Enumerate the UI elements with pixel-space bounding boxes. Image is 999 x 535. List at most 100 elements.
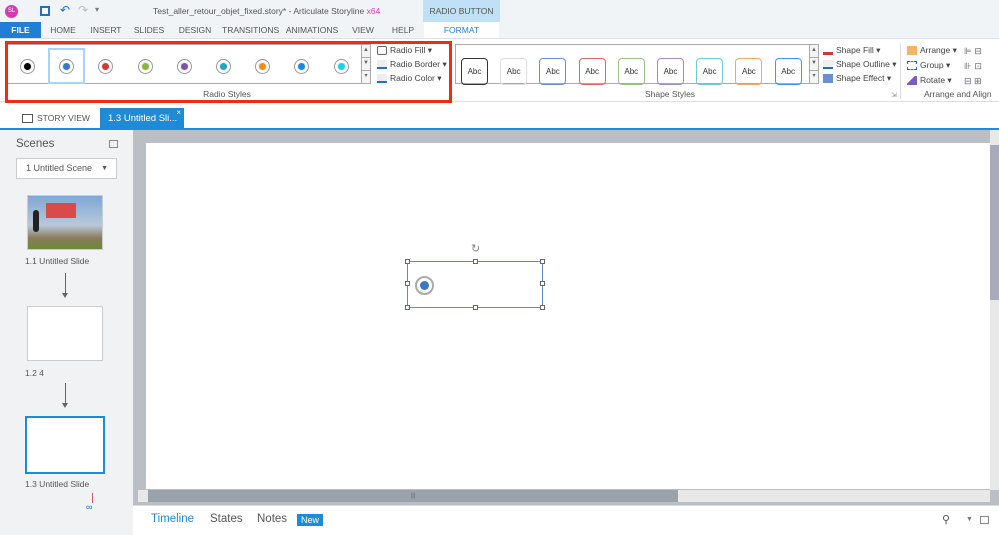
- ribbon-tabs: FILE HOME INSERT SLIDES DESIGN TRANSITIO…: [0, 22, 999, 39]
- tab-format[interactable]: FORMAT: [424, 22, 499, 39]
- slide-canvas: ↻ |||: [133, 130, 999, 505]
- vertical-scrollbar[interactable]: [990, 130, 999, 490]
- shape-style-option[interactable]: Abc: [696, 58, 724, 85]
- tab-insert[interactable]: INSERT: [88, 22, 124, 39]
- tab-view[interactable]: VIEW: [350, 22, 376, 39]
- story-view-label: STORY VIEW: [37, 113, 90, 123]
- tab-timeline[interactable]: Timeline: [151, 513, 194, 525]
- shape-style-option[interactable]: Abc: [578, 58, 606, 85]
- scene-dropdown[interactable]: 1 Untitled Scene ▼: [16, 158, 117, 179]
- tab-notes[interactable]: Notes: [257, 513, 287, 525]
- rotate-handle-icon[interactable]: ↻: [471, 242, 480, 255]
- shape-style-option[interactable]: Abc: [500, 58, 528, 85]
- tab-design[interactable]: DESIGN: [176, 22, 214, 39]
- app-name: Articulate Storyline: [293, 6, 365, 16]
- shape-outline-label: Shape Outline: [836, 59, 890, 69]
- rotate-label: Rotate: [920, 75, 946, 85]
- group-icon: [907, 61, 917, 71]
- tab-slides[interactable]: SLIDES: [131, 22, 167, 39]
- horizontal-scrollbar[interactable]: |||: [138, 490, 990, 502]
- arrange-button[interactable]: Arrange ▾: [907, 44, 957, 57]
- document-tabs: STORY VIEW 1.3 Untitled Sli... ×: [0, 108, 999, 130]
- radio-button[interactable]: [415, 276, 434, 295]
- save-icon[interactable]: [40, 6, 50, 16]
- tab-slide[interactable]: 1.3 Untitled Sli... ×: [100, 108, 184, 130]
- paint-bucket-icon: [823, 46, 833, 56]
- new-badge: New: [297, 514, 324, 526]
- close-icon[interactable]: ×: [176, 102, 181, 124]
- bottom-panel-tabs: Timeline States Notes New ⚲ ▼: [133, 505, 999, 535]
- resize-handle[interactable]: [540, 281, 545, 286]
- scroll-thumb[interactable]: [990, 145, 999, 300]
- shape-effect-icon: [823, 74, 833, 84]
- slide-thumbnail-2[interactable]: [27, 306, 103, 361]
- shape-fill-label: Shape Fill: [836, 45, 874, 55]
- highlight-box: [5, 41, 452, 103]
- shape-gallery-scroll-up[interactable]: ▲: [809, 44, 819, 58]
- tab-transitions[interactable]: TRANSITIONS: [222, 22, 279, 39]
- tab-story-view[interactable]: STORY VIEW: [22, 113, 90, 124]
- thumbnail-character: [33, 210, 39, 232]
- shape-styles-gallery[interactable]: Abc Abc Abc Abc Abc Abc Abc Abc Abc: [455, 44, 810, 85]
- link-icon[interactable]: ∞: [86, 502, 92, 512]
- group-button[interactable]: Group ▾: [907, 59, 950, 72]
- scenes-title: Scenes: [16, 138, 55, 150]
- tab-home[interactable]: HOME: [44, 22, 82, 39]
- slide-stage[interactable]: ↻: [146, 143, 990, 489]
- resize-handle[interactable]: [405, 259, 410, 264]
- shape-effect-label: Shape Effect: [836, 73, 885, 83]
- resize-handle[interactable]: [540, 305, 545, 310]
- restore-panel-icon[interactable]: [980, 516, 989, 524]
- slide-label-1: 1.1 Untitled Slide: [25, 256, 90, 266]
- scenes-panel: Scenes 1 Untitled Scene ▼ 1.1 Untitled Sl…: [0, 130, 133, 535]
- rotate-button[interactable]: Rotate ▾: [907, 74, 952, 87]
- resize-handle[interactable]: [405, 281, 410, 286]
- tab-file[interactable]: FILE: [0, 22, 41, 39]
- shape-gallery-scroll-down[interactable]: ▼: [809, 57, 819, 71]
- group-label: Group: [920, 60, 944, 70]
- rotate-icon: [907, 76, 917, 86]
- arrange-group-label: Arrange and Align: [924, 89, 992, 99]
- tab-help[interactable]: HELP: [389, 22, 417, 39]
- chevron-down-icon[interactable]: ▼: [966, 516, 973, 523]
- shape-outline-button[interactable]: Shape Outline ▾: [823, 58, 897, 71]
- pen-icon: [823, 60, 833, 70]
- tab-animations[interactable]: ANIMATIONS: [285, 22, 339, 39]
- align-icons[interactable]: ⊫ ⊟ ⊪ ⊡ ⊟ ⊞: [964, 44, 998, 89]
- resize-handle[interactable]: [540, 259, 545, 264]
- scroll-thumb[interactable]: |||: [148, 490, 678, 502]
- redo-icon[interactable]: ↷: [78, 3, 88, 17]
- shape-gallery-more[interactable]: ▾: [809, 70, 819, 84]
- undo-icon[interactable]: ↶: [60, 3, 70, 17]
- file-name: Test_aller_retour_objet_fixed.story*: [153, 6, 287, 16]
- story-view-icon: [22, 114, 33, 124]
- shape-style-option[interactable]: Abc: [735, 58, 763, 85]
- shape-style-option[interactable]: Abc: [617, 58, 645, 85]
- resize-handle[interactable]: [473, 259, 478, 264]
- customize-qat-icon[interactable]: ▾: [95, 5, 99, 14]
- restore-panel-icon[interactable]: [109, 140, 118, 148]
- resize-handle[interactable]: [405, 305, 410, 310]
- slide-tab-label: 1.3 Untitled Sli...: [108, 113, 178, 124]
- shape-style-option[interactable]: Abc: [774, 58, 802, 85]
- shape-styles-group-label: Shape Styles: [644, 89, 696, 99]
- slide-label-3: 1.3 Untitled Slide: [25, 479, 90, 489]
- shape-style-option[interactable]: Abc: [461, 58, 488, 85]
- context-tab-header: RADIO BUTTON: [423, 0, 500, 23]
- arrange-icon: [907, 46, 917, 56]
- resize-handle[interactable]: [473, 305, 478, 310]
- arch-label: x64: [366, 6, 381, 16]
- tab-states[interactable]: States: [210, 513, 243, 525]
- shape-effect-button[interactable]: Shape Effect ▾: [823, 72, 891, 85]
- group-divider: [900, 43, 901, 99]
- shape-style-option[interactable]: Abc: [539, 58, 567, 85]
- slide-thumbnail-3[interactable]: [25, 416, 105, 474]
- dialog-launcher-icon[interactable]: ⇲: [891, 91, 897, 99]
- hierarchy-icon[interactable]: ⚲: [942, 513, 950, 526]
- shape-style-option[interactable]: Abc: [657, 58, 684, 85]
- radio-button-selection[interactable]: ↻: [405, 243, 545, 310]
- slide-thumbnail-1[interactable]: [27, 195, 103, 250]
- shape-fill-button[interactable]: Shape Fill ▾: [823, 44, 880, 57]
- chevron-down-icon: ▼: [101, 165, 108, 172]
- slide-label-2: 1.2 4: [25, 368, 44, 378]
